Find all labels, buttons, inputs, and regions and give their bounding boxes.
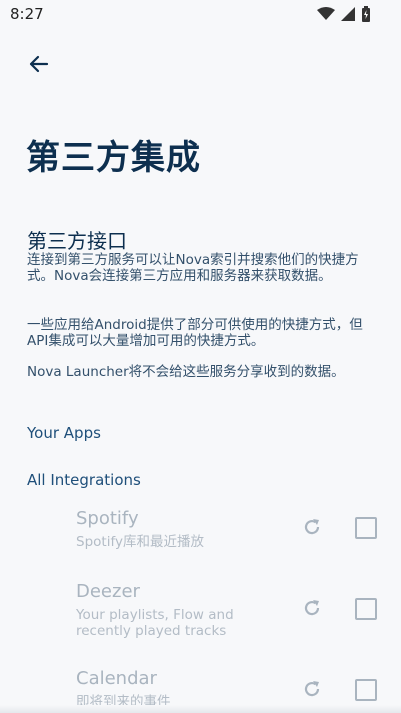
refresh-icon[interactable] xyxy=(300,677,324,701)
category-your-apps: Your Apps xyxy=(27,424,101,442)
integration-subtitle: Spotify库和最近播放 xyxy=(76,534,204,550)
integration-title: Calendar xyxy=(76,668,157,689)
status-time: 8:27 xyxy=(10,5,44,23)
status-bar: 8:27 xyxy=(0,0,401,28)
page-title: 第三方集成 xyxy=(26,138,201,178)
wifi-icon xyxy=(317,7,335,20)
section-title: 第三方接口 xyxy=(27,229,127,253)
integration-checkbox[interactable] xyxy=(355,598,377,620)
description-paragraph: 连接到第三方服务可以让Nova索引并搜索他们的快捷方式。Nova会连接第三方应用… xyxy=(27,252,359,284)
arrow-left-icon xyxy=(29,55,49,73)
description-paragraph: Nova Launcher将不会给这些服务分享收到的数据。 xyxy=(27,364,345,380)
integration-subtitle: Your playlists, Flow and recently played… xyxy=(76,607,234,639)
description-paragraph: 一些应用给Android提供了部分可供使用的快捷方式，但API集成可以大量增加可… xyxy=(27,317,363,349)
bottom-fade xyxy=(0,705,401,713)
integration-title: Spotify xyxy=(76,508,139,529)
battery-charging-icon xyxy=(362,6,370,22)
status-icons xyxy=(317,6,371,22)
integration-checkbox[interactable] xyxy=(355,679,377,701)
back-button[interactable] xyxy=(22,48,54,80)
category-all-integrations: All Integrations xyxy=(27,471,141,489)
cellular-signal-icon xyxy=(341,7,355,21)
integration-checkbox[interactable] xyxy=(355,517,377,539)
refresh-icon[interactable] xyxy=(300,596,324,620)
refresh-icon[interactable] xyxy=(300,515,324,539)
integration-title: Deezer xyxy=(76,581,140,602)
